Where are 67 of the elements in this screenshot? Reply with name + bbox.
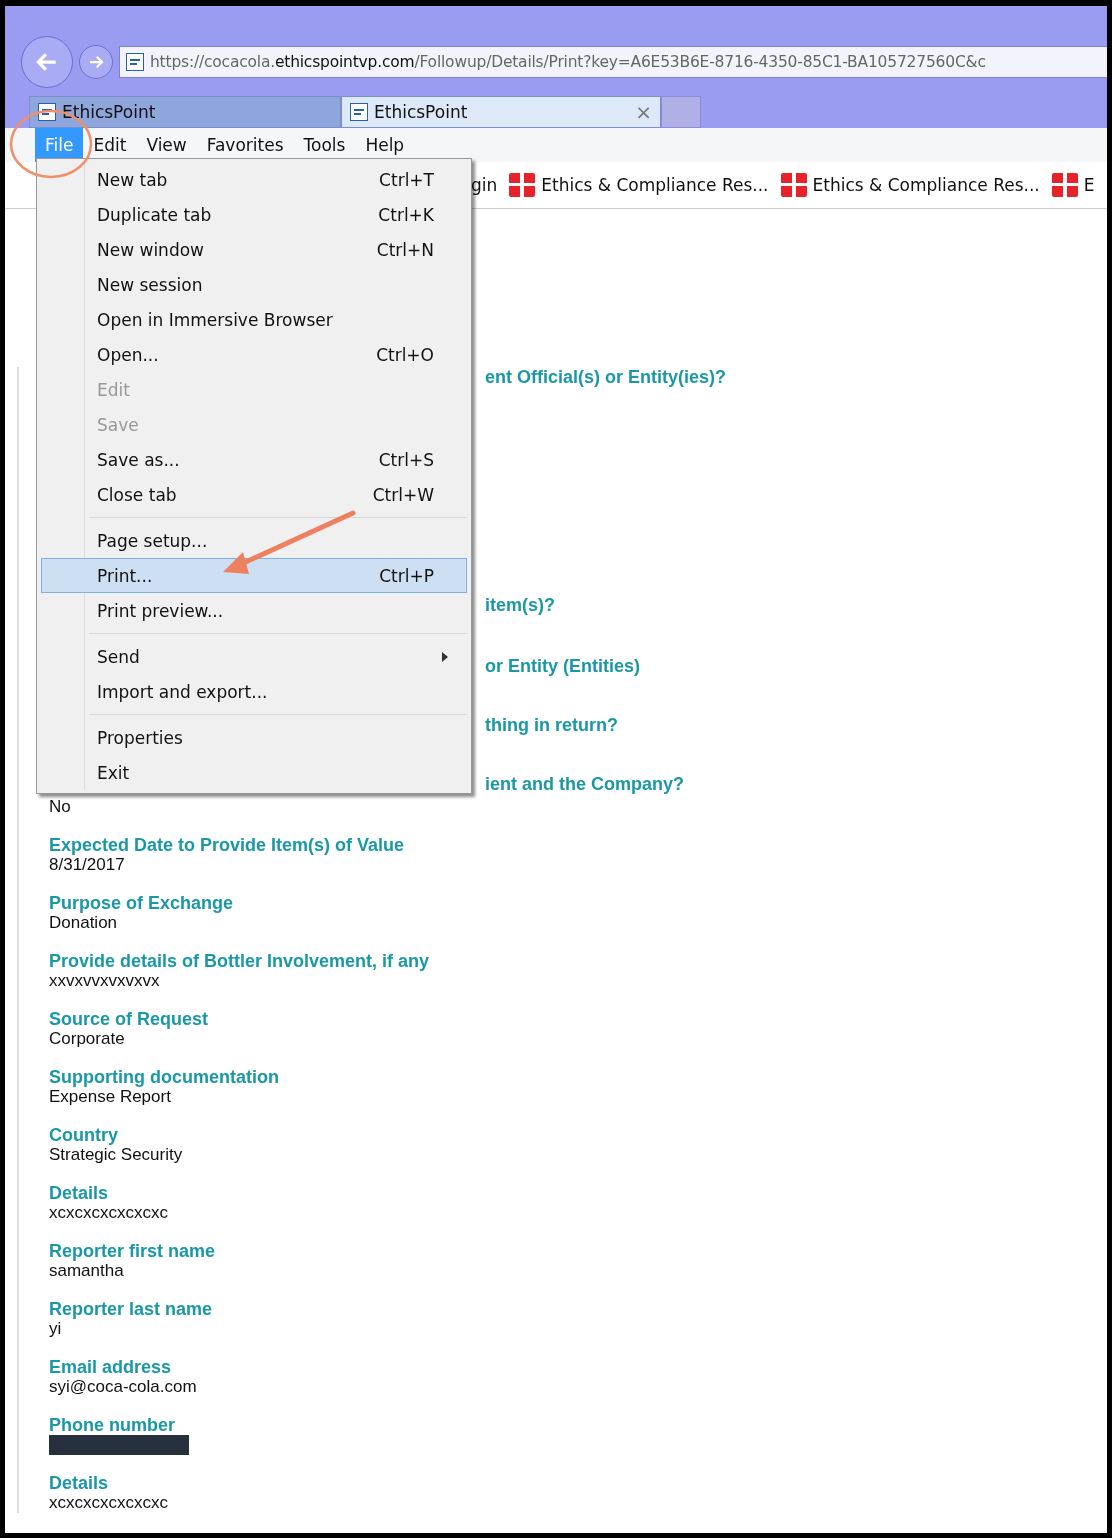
field-value: Expense Report (49, 1087, 171, 1107)
field-label: Provide details of Bottler Involvement, if any (49, 951, 430, 971)
field-label: thing in return? (485, 715, 618, 735)
site-icon (1051, 173, 1078, 197)
site-icon (780, 173, 807, 197)
menu-item[interactable]: New tab Ctrl+T (41, 162, 467, 197)
menu-item[interactable]: Send (41, 639, 467, 674)
field-label: Expected Date to Provide Item(s) of Value (49, 835, 405, 855)
field-label: ient and the Company? (485, 774, 684, 794)
menu-item[interactable]: Page setup... (41, 523, 467, 558)
field-value: xcxcxcxcxcxcxc (49, 1203, 168, 1223)
menu-item[interactable]: Print... Ctrl+P (41, 558, 467, 593)
forward-arrow-icon (87, 53, 105, 71)
favicon-icon (126, 53, 144, 71)
menu-item[interactable]: Open in Immersive Browser (41, 302, 467, 337)
menu-item[interactable]: Duplicate tab Ctrl+K (41, 197, 467, 232)
menu-item[interactable]: New session (41, 267, 467, 302)
browser-tab[interactable]: EthicsPoint (29, 96, 341, 128)
field-label: Purpose of Exchange (49, 893, 234, 913)
field-label: Phone number (49, 1415, 175, 1435)
field-value: xxvxvvxvxvxvx (49, 971, 160, 991)
close-icon[interactable]: × (635, 100, 652, 124)
field-label: ent Official(s) or Entity(ies)? (485, 367, 727, 387)
field-value: Corporate (49, 1029, 125, 1049)
submenu-arrow-icon (442, 651, 448, 662)
url-text: https://cocacola.ethicspointvp.com/Followup/Details/Print?key=A6E53B6E-8716-4350-85C1-BA105727560C&c (150, 53, 986, 71)
field-value: Strategic Security (49, 1145, 183, 1165)
favorite-link[interactable]: Ethics & Compliance Res... (541, 175, 769, 195)
forward-button[interactable] (79, 45, 113, 79)
menu-item[interactable]: Save as... Ctrl+S (41, 442, 467, 477)
menu-item[interactable]: Properties (41, 720, 467, 755)
field-label: item(s)? (485, 595, 555, 615)
menu-item[interactable]: Exit (41, 755, 467, 790)
site-icon (509, 173, 536, 197)
field-label: or Entity (Entities) (485, 656, 640, 676)
field-label: Source of Request (49, 1009, 209, 1029)
field-value: xcxcxcxcxcxcxc (49, 1493, 168, 1513)
favorite-link[interactable]: gin (471, 175, 498, 195)
menu-item[interactable]: New window Ctrl+N (41, 232, 467, 267)
menu-item[interactable]: Close tab Ctrl+W (41, 477, 467, 512)
field-value: Donation (49, 913, 118, 933)
field-label: Supporting documentation (49, 1067, 279, 1087)
favorite-link[interactable]: E (1083, 175, 1095, 195)
menu-bar-item[interactable]: Favorites (196, 128, 294, 162)
field-value: 8/31/2017 (49, 855, 125, 875)
field-value: No (49, 797, 71, 817)
menu-bar-item[interactable]: Edit (83, 128, 137, 162)
field-label: Details (49, 1183, 109, 1203)
field-value: yi (49, 1319, 62, 1339)
menu-bar-item[interactable]: View (136, 128, 197, 162)
menu-item[interactable]: Import and export... (41, 674, 467, 709)
browser-tab[interactable]: EthicsPoint × (341, 96, 661, 128)
favorite-link[interactable]: Ethics & Compliance Res... (812, 175, 1040, 195)
field-label: Details (49, 1473, 109, 1493)
favicon-icon (350, 103, 368, 121)
menu-item[interactable]: Print preview... (41, 593, 467, 628)
field-label: Country (49, 1125, 118, 1145)
menu-bar-item[interactable]: Help (355, 128, 415, 162)
field-label: Reporter first name (49, 1241, 216, 1261)
menu-bar-item[interactable]: Tools (293, 128, 356, 162)
back-button[interactable] (21, 36, 73, 88)
field-value: samantha (49, 1261, 124, 1281)
address-bar[interactable]: https://cocacola.ethicspointvp.com/Followup/Details/Print?key=A6E53B6E-8716-4350-85C1-BA105727560C&c (119, 46, 1107, 78)
menu-item[interactable]: Open... Ctrl+O (41, 337, 467, 372)
field-label: Email address (49, 1357, 172, 1377)
field-label: Reporter last name (49, 1299, 213, 1319)
field-value: syi@coca-cola.com (49, 1377, 197, 1397)
